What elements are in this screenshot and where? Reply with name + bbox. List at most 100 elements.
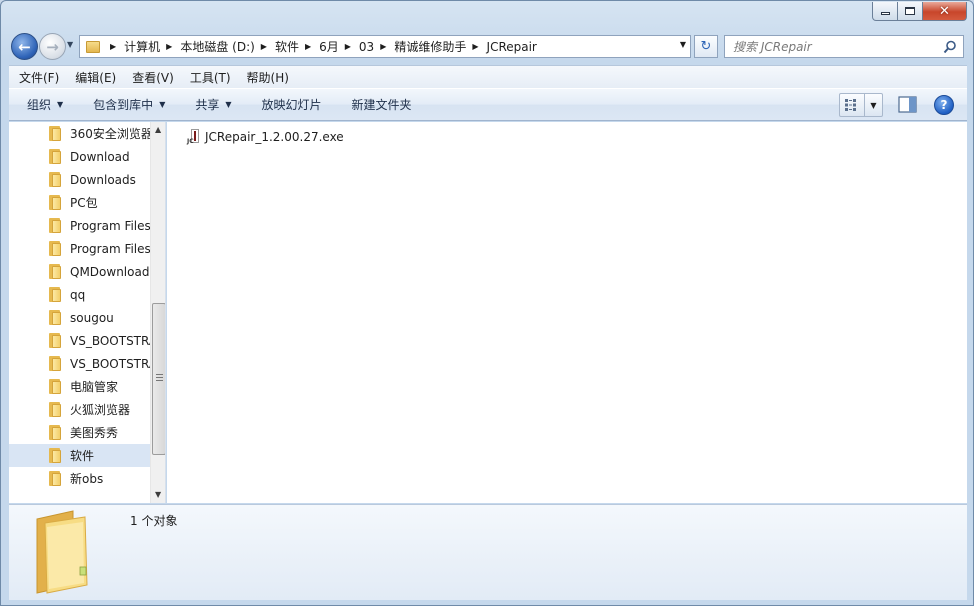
file-list[interactable]: JC JCRepair_1.2.00.27.exe bbox=[167, 122, 967, 503]
breadcrumb-june[interactable]: 6月 bbox=[319, 38, 339, 55]
search-icon[interactable] bbox=[943, 40, 957, 54]
tree-item[interactable]: qq bbox=[9, 283, 150, 306]
tree-item-label: 软件 bbox=[70, 449, 95, 463]
tree-item[interactable]: QMDownload bbox=[9, 260, 150, 283]
view-options: ▼ bbox=[839, 93, 883, 117]
back-arrow-icon: ← bbox=[18, 37, 31, 56]
folder-icon bbox=[49, 333, 62, 348]
folder-icon bbox=[49, 264, 62, 279]
menu-help[interactable]: 帮助(H) bbox=[239, 69, 297, 86]
file-name: JCRepair_1.2.00.27.exe bbox=[205, 130, 344, 144]
breadcrumb-computer[interactable]: 计算机 bbox=[124, 38, 160, 55]
exe-file-icon: JC bbox=[187, 129, 201, 145]
chevron-right-icon[interactable]: ▶ bbox=[374, 42, 394, 51]
tree-item-label: VS_BOOTSTRA bbox=[70, 333, 150, 348]
chevron-down-icon: ▼ bbox=[870, 100, 877, 110]
tree-item[interactable]: 美图秀秀 bbox=[9, 421, 150, 444]
tree-item[interactable]: VS_BOOTSTRA bbox=[9, 352, 150, 375]
scroll-down-icon[interactable]: ▼ bbox=[155, 490, 161, 499]
tree-item[interactable]: Download bbox=[9, 145, 150, 168]
menu-file[interactable]: 文件(F) bbox=[11, 69, 67, 86]
breadcrumb-jcrepair[interactable]: JCRepair bbox=[487, 40, 537, 54]
breadcrumb-jingcheng[interactable]: 精诚维修助手 bbox=[394, 38, 466, 55]
chevron-right-icon[interactable]: ▶ bbox=[104, 42, 124, 51]
tree-item[interactable]: VS_BOOTSTRA bbox=[9, 329, 150, 352]
address-bar[interactable]: ▶ 计算机 ▶ 本地磁盘 (D:) ▶ 软件 ▶ 6月 ▶ 03 ▶ 精诚维修助… bbox=[79, 35, 691, 58]
file-item[interactable]: JC JCRepair_1.2.00.27.exe bbox=[187, 128, 344, 146]
folder-icon bbox=[49, 310, 62, 325]
folder-icon bbox=[49, 402, 62, 417]
folder-icon bbox=[49, 448, 62, 463]
scroll-thumb[interactable] bbox=[152, 303, 165, 455]
tree-item[interactable]: 360安全浏览器 bbox=[9, 122, 150, 145]
include-in-library-button[interactable]: 包含到库中 ▼ bbox=[93, 96, 165, 113]
chevron-down-icon: ▼ bbox=[159, 100, 166, 109]
folder-icon bbox=[49, 149, 62, 164]
breadcrumb-software[interactable]: 软件 bbox=[275, 38, 299, 55]
search-input[interactable] bbox=[733, 36, 943, 57]
scroll-up-icon[interactable]: ▲ bbox=[155, 125, 161, 134]
recent-pages-dropdown[interactable]: ▼ bbox=[67, 40, 77, 52]
tree-item[interactable]: Downloads bbox=[9, 168, 150, 191]
folder-icon bbox=[49, 172, 62, 187]
change-view-button[interactable] bbox=[840, 94, 864, 116]
close-button[interactable]: ✕ bbox=[923, 2, 967, 21]
organize-button[interactable]: 组织 ▼ bbox=[27, 96, 63, 113]
chevron-down-icon: ▼ bbox=[57, 100, 64, 109]
tree-item[interactable]: Program Files bbox=[9, 237, 150, 260]
item-count: 1 个对象 bbox=[130, 514, 178, 528]
refresh-button[interactable]: ↻ bbox=[694, 35, 718, 58]
preview-pane-button[interactable] bbox=[898, 96, 918, 114]
menu-tools[interactable]: 工具(T) bbox=[182, 69, 239, 86]
breadcrumb-03[interactable]: 03 bbox=[359, 40, 374, 54]
tree-item[interactable]: 火狐浏览器 bbox=[9, 398, 150, 421]
tree-item[interactable]: Program Files bbox=[9, 214, 150, 237]
new-folder-label: 新建文件夹 bbox=[351, 98, 412, 112]
share-label: 共享 bbox=[195, 98, 220, 112]
tree-item[interactable]: PC包 bbox=[9, 191, 150, 214]
minimize-icon bbox=[880, 12, 890, 15]
tree-item[interactable]: 新obs bbox=[9, 467, 150, 490]
navigation-pane: 360安全浏览器 Download Downloads PC包 Program … bbox=[9, 122, 166, 503]
view-dropdown-button[interactable]: ▼ bbox=[864, 94, 882, 116]
tree-item[interactable]: sougou bbox=[9, 306, 150, 329]
chevron-right-icon[interactable]: ▶ bbox=[339, 42, 359, 51]
command-bar: 组织 ▼ 包含到库中 ▼ 共享 ▼ 放映幻灯片 新建文件夹 ▼ ? bbox=[9, 88, 967, 121]
breadcrumb-drive-d[interactable]: 本地磁盘 (D:) bbox=[180, 38, 254, 55]
folder-icon bbox=[49, 287, 62, 302]
chevron-right-icon[interactable]: ▶ bbox=[160, 42, 180, 51]
chevron-right-icon[interactable]: ▶ bbox=[466, 42, 486, 51]
tree-item-label: VS_BOOTSTRA bbox=[70, 356, 150, 371]
chevron-right-icon[interactable]: ▶ bbox=[299, 42, 319, 51]
menu-view[interactable]: 查看(V) bbox=[124, 69, 182, 86]
new-folder-button[interactable]: 新建文件夹 bbox=[352, 96, 412, 113]
tree-item-label: 电脑管家 bbox=[70, 380, 119, 394]
tree-item-label: 360安全浏览器 bbox=[70, 127, 150, 141]
search-box[interactable] bbox=[724, 35, 964, 58]
maximize-button[interactable] bbox=[898, 2, 923, 21]
refresh-icon: ↻ bbox=[700, 39, 712, 54]
tree-item-selected[interactable]: 软件 bbox=[9, 444, 150, 467]
menu-edit[interactable]: 编辑(E) bbox=[67, 69, 124, 86]
tree-item-label: Program Files bbox=[70, 218, 150, 233]
details-view-icon bbox=[845, 99, 856, 111]
share-button[interactable]: 共享 ▼ bbox=[195, 96, 231, 113]
help-button[interactable]: ? bbox=[934, 95, 954, 115]
tree-item-label: Download bbox=[70, 149, 130, 164]
large-folder-icon bbox=[36, 510, 88, 594]
back-button[interactable]: ← bbox=[11, 33, 38, 60]
slideshow-button[interactable]: 放映幻灯片 bbox=[262, 96, 322, 113]
nav-pane-scrollbar[interactable]: ▲ ▼ bbox=[150, 122, 165, 503]
forward-button[interactable]: → bbox=[39, 33, 66, 60]
tree-item-label: sougou bbox=[70, 310, 114, 325]
folder-icon bbox=[49, 425, 62, 440]
minimize-button[interactable] bbox=[872, 2, 898, 21]
forward-arrow-icon: → bbox=[46, 37, 59, 56]
folder-icon bbox=[49, 218, 62, 233]
menu-bar: 文件(F) 编辑(E) 查看(V) 工具(T) 帮助(H) bbox=[9, 65, 967, 88]
tree-item[interactable]: 电脑管家 bbox=[9, 375, 150, 398]
maximize-icon bbox=[905, 7, 915, 15]
chevron-right-icon[interactable]: ▶ bbox=[255, 42, 275, 51]
folder-icon bbox=[49, 379, 62, 394]
address-history-dropdown[interactable]: ▼ bbox=[680, 40, 686, 49]
